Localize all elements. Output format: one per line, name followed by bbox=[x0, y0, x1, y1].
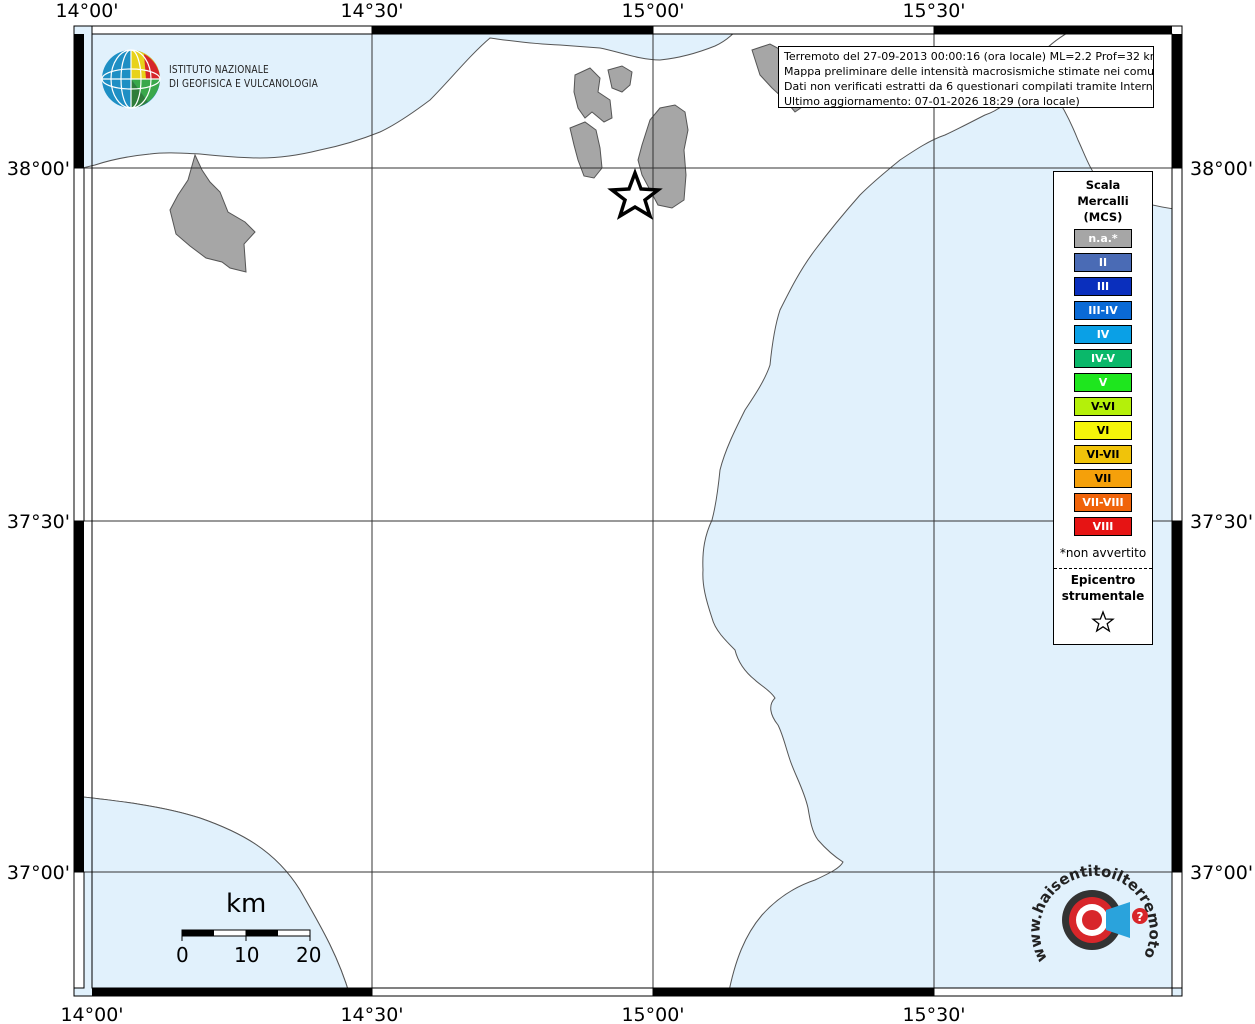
event-info-line: Dati non verificati estratti da 6 questi… bbox=[784, 80, 1154, 93]
legend-item: VI bbox=[1074, 421, 1132, 440]
legend-item: n.a.* bbox=[1074, 229, 1132, 248]
y-tick-label: 38°00' bbox=[1190, 158, 1253, 180]
legend-epicentre-line: Epicentro bbox=[1070, 573, 1136, 587]
legend-epicentre-label: Epicentro strumentale bbox=[1054, 572, 1152, 604]
ingv-logo-text: ISTITUTO NAZIONALE DI GEOFISICA E VULCAN… bbox=[169, 63, 318, 91]
legend-item: IV-V bbox=[1074, 349, 1132, 368]
legend-item: V-VI bbox=[1074, 397, 1132, 416]
intensity-legend: Scala Mercalli (MCS) n.a.* II III III-IV IV I… bbox=[1053, 171, 1153, 645]
legend-title-line: Scala bbox=[1085, 178, 1121, 192]
x-tick-labels-top: 14°00' 14°30' 15°00' 15°30' bbox=[55, 0, 965, 22]
legend-item: VIII bbox=[1074, 517, 1132, 536]
ingv-globe-icon bbox=[101, 49, 161, 109]
x-tick-label: 15°30' bbox=[902, 1004, 965, 1024]
legend-note: *non avvertito bbox=[1059, 546, 1147, 560]
event-info-line: Terremoto del 27-09-2013 00:00:16 (ora l… bbox=[784, 50, 1154, 63]
x-tick-label: 14°00' bbox=[60, 1004, 123, 1024]
x-tick-label: 15°00' bbox=[621, 0, 684, 22]
x-tick-labels-bottom: 14°00' 14°30' 15°00' 15°30' bbox=[60, 1004, 965, 1024]
y-tick-labels-left: 38°00' 37°30' 37°00' bbox=[7, 158, 70, 884]
legend-star-icon bbox=[1091, 610, 1115, 633]
svg-text:?: ? bbox=[1137, 910, 1144, 924]
legend-epicentre-line: strumentale bbox=[1061, 589, 1145, 603]
logo-line-1: ISTITUTO NAZIONALE bbox=[169, 64, 269, 76]
event-info-box: Terremoto del 27-09-2013 00:00:16 (ora l… bbox=[778, 46, 1154, 108]
haisentito-logo: www.haisentitoilterremoto.it ? bbox=[1025, 844, 1165, 982]
y-tick-label: 38°00' bbox=[7, 158, 70, 180]
ingv-logo bbox=[100, 48, 162, 114]
legend-divider bbox=[1054, 568, 1152, 569]
scale-tick-label: 0 bbox=[176, 943, 189, 967]
legend-item: VI-VII bbox=[1074, 445, 1132, 464]
legend-item: III bbox=[1074, 277, 1132, 296]
legend-item: II bbox=[1074, 253, 1132, 272]
x-tick-label: 14°30' bbox=[340, 0, 403, 22]
event-info-line: Ultimo aggiornamento: 07-01-2026 18:29 (… bbox=[784, 95, 1080, 108]
legend-item: IV bbox=[1074, 325, 1132, 344]
scale-bar: km 0 10 20 bbox=[170, 885, 330, 975]
x-tick-label: 14°30' bbox=[340, 1004, 403, 1024]
legend-item: VII bbox=[1074, 469, 1132, 488]
scale-tick-label: 20 bbox=[296, 943, 322, 967]
x-tick-label: 14°00' bbox=[55, 0, 118, 22]
x-tick-label: 15°00' bbox=[621, 1004, 684, 1024]
legend-item: III-IV bbox=[1074, 301, 1132, 320]
scale-tick-label: 10 bbox=[234, 943, 260, 967]
y-tick-label: 37°30' bbox=[1190, 511, 1253, 533]
legend-item: VII-VIII bbox=[1074, 493, 1132, 512]
scale-unit-label: km bbox=[226, 889, 267, 919]
y-tick-label: 37°00' bbox=[1190, 862, 1253, 884]
legend-item: V bbox=[1074, 373, 1132, 392]
y-tick-label: 37°00' bbox=[7, 862, 70, 884]
logo-line-2: DI GEOFISICA E VULCANOLOGIA bbox=[169, 78, 318, 90]
y-tick-labels-right: 38°00' 37°30' 37°00' bbox=[1190, 158, 1253, 884]
haisentito-logo-icon: www.haisentitoilterremoto.it ? bbox=[1025, 844, 1164, 965]
y-tick-label: 37°30' bbox=[7, 511, 70, 533]
legend-title: Scala Mercalli (MCS) bbox=[1054, 177, 1152, 225]
event-info-line: Mappa preliminare delle intensità macros… bbox=[784, 65, 1154, 78]
legend-title-line: (MCS) bbox=[1083, 210, 1123, 224]
x-tick-label: 15°30' bbox=[902, 0, 965, 22]
legend-title-line: Mercalli bbox=[1077, 194, 1129, 208]
